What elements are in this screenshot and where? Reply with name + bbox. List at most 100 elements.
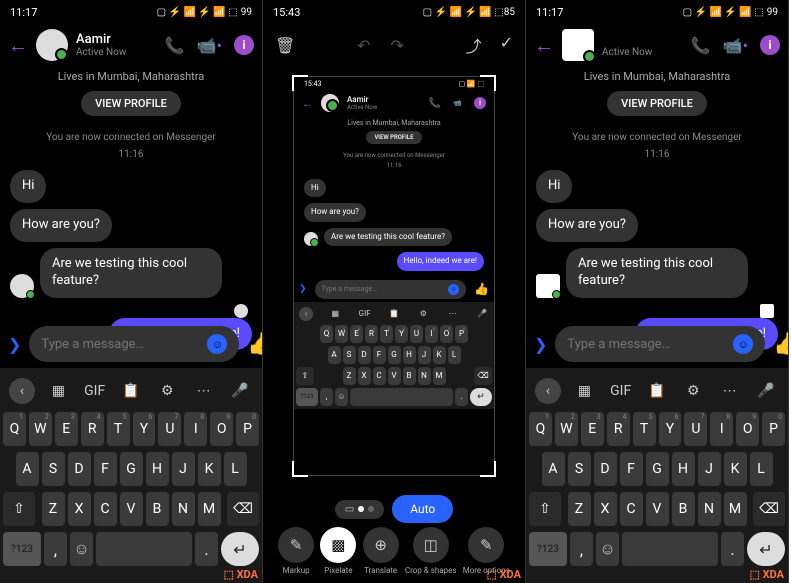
kb-enter-key[interactable]: ↵ <box>747 532 785 566</box>
kb-key-q[interactable]: Q1 <box>529 412 552 446</box>
kb-key-j[interactable]: J <box>418 346 431 364</box>
kb-key-x[interactable]: X <box>68 492 91 526</box>
expand-icon[interactable]: ❯ <box>8 335 21 354</box>
kb-key-y[interactable]: Y6 <box>659 412 682 446</box>
kb-mic-icon[interactable]: 🎤 <box>227 378 253 404</box>
video-icon[interactable]: 📹• <box>197 36 222 55</box>
kb-gif-icon[interactable]: GIF <box>82 378 108 404</box>
kb-key-k[interactable]: K <box>198 452 221 486</box>
kb-comma-key[interactable]: , <box>570 532 593 566</box>
kb-key-d[interactable]: D <box>68 452 91 486</box>
kb-numeric-key[interactable]: ?123 <box>529 532 567 566</box>
redo-icon[interactable]: ↷ <box>390 36 403 55</box>
kb-key-s[interactable]: S <box>42 452 65 486</box>
kb-key-l[interactable]: L <box>448 346 461 364</box>
kb-settings-icon[interactable]: ⚙ <box>680 378 706 404</box>
kb-backspace-key[interactable]: ⌫ <box>753 492 785 526</box>
kb-key-f[interactable]: F <box>620 452 643 486</box>
crop-area[interactable]: 15:43▢ 📶 ⬚ ← AamirActive Now 📞📹i Lives i… <box>293 76 495 476</box>
kb-key-z[interactable]: Z <box>343 367 356 385</box>
kb-key-b[interactable]: B <box>403 367 416 385</box>
kb-backspace-key[interactable]: ⌫ <box>227 492 259 526</box>
call-icon[interactable]: 📞 <box>691 36 711 55</box>
video-icon[interactable]: 📹• <box>723 36 748 55</box>
kb-comma-key[interactable]: , <box>44 532 67 566</box>
msg-avatar[interactable] <box>10 274 34 298</box>
kb-key-d[interactable]: D <box>594 452 617 486</box>
kb-enter-key[interactable]: ↵ <box>221 532 259 566</box>
crop-tool[interactable]: ◫Crop & shapes <box>405 527 457 575</box>
kb-key-m[interactable]: M <box>198 492 221 526</box>
kb-shift-key[interactable]: ⇧ <box>3 492 35 526</box>
kb-key-g[interactable]: G <box>646 452 669 486</box>
kb-key-k[interactable]: K <box>724 452 747 486</box>
message-input[interactable]: ☺ <box>29 326 239 362</box>
crop-handle-tr[interactable] <box>480 75 496 91</box>
kb-key-v[interactable]: V <box>388 367 401 385</box>
kb-key-t[interactable]: T5 <box>107 412 130 446</box>
kb-key-q[interactable]: Q1 <box>3 412 26 446</box>
kb-key-x[interactable]: X <box>594 492 617 526</box>
kb-emoji-key[interactable]: ☺ <box>70 532 93 566</box>
kb-collapse-icon[interactable]: ‹ <box>535 378 561 404</box>
kb-key-w[interactable]: W2 <box>555 412 578 446</box>
kb-key-r[interactable]: R4 <box>81 412 104 446</box>
kb-key-c[interactable]: C <box>373 367 386 385</box>
kb-key-f[interactable]: F <box>373 346 386 364</box>
kb-key-m[interactable]: M <box>724 492 747 526</box>
kb-key-w[interactable]: W2 <box>29 412 52 446</box>
kb-key-l[interactable]: L <box>224 452 247 486</box>
kb-key-a[interactable]: A <box>542 452 565 486</box>
kb-period-key[interactable]: . <box>195 532 218 566</box>
kb-key-e[interactable]: E3 <box>581 412 604 446</box>
info-icon[interactable]: i <box>234 35 254 55</box>
emoji-icon[interactable]: ☺ <box>207 334 227 354</box>
kb-key-b[interactable]: B <box>672 492 695 526</box>
kb-key-o[interactable]: O9 <box>440 325 453 343</box>
kb-key-z[interactable]: Z <box>568 492 591 526</box>
kb-key-q[interactable]: Q1 <box>320 325 333 343</box>
msg-avatar-pixelated[interactable] <box>536 274 560 298</box>
thumbs-up-icon[interactable]: 👍 <box>247 332 263 357</box>
kb-more-icon[interactable]: ⋯ <box>717 378 743 404</box>
kb-key-a[interactable]: A <box>16 452 39 486</box>
kb-key-u[interactable]: U7 <box>158 412 181 446</box>
kb-key-o[interactable]: O9 <box>736 412 759 446</box>
kb-period-key[interactable]: . <box>721 532 744 566</box>
kb-key-a[interactable]: A <box>328 346 341 364</box>
kb-emoji-key[interactable]: ☺ <box>596 532 619 566</box>
kb-shift-key[interactable]: ⇧ <box>529 492 561 526</box>
kb-key-f[interactable]: F <box>94 452 117 486</box>
kb-key-x[interactable]: X <box>358 367 371 385</box>
translate-tool[interactable]: ⊕Translate <box>363 527 399 575</box>
kb-key-i[interactable]: I8 <box>710 412 733 446</box>
undo-icon[interactable]: ↶ <box>357 36 370 55</box>
kb-key-i[interactable]: I8 <box>184 412 207 446</box>
kb-key-p[interactable]: P0 <box>762 412 785 446</box>
kb-key-z[interactable]: Z <box>42 492 65 526</box>
user-info[interactable]: Aamir Active Now <box>602 32 683 58</box>
kb-key-y[interactable]: Y6 <box>395 325 408 343</box>
kb-key-r[interactable]: R4 <box>365 325 378 343</box>
kb-key-n[interactable]: N <box>418 367 431 385</box>
crop-handle-tl[interactable] <box>292 75 308 91</box>
view-profile-button[interactable]: VIEW PROFILE <box>81 91 181 116</box>
kb-key-n[interactable]: N <box>172 492 195 526</box>
crop-handle-bl[interactable] <box>292 461 308 477</box>
done-icon[interactable]: ✓ <box>500 33 513 57</box>
kb-key-k[interactable]: K <box>433 346 446 364</box>
kb-clipboard-icon[interactable]: 📋 <box>644 378 670 404</box>
kb-key-h[interactable]: H <box>146 452 169 486</box>
kb-key-v[interactable]: V <box>120 492 143 526</box>
kb-key-y[interactable]: Y6 <box>133 412 156 446</box>
kb-key-j[interactable]: J <box>698 452 721 486</box>
kb-key-e[interactable]: E3 <box>350 325 363 343</box>
kb-key-t[interactable]: T5 <box>380 325 393 343</box>
kb-key-s[interactable]: S <box>343 346 356 364</box>
kb-space-key[interactable] <box>96 532 192 566</box>
pixelate-tool[interactable]: ▩Pixelate <box>320 527 356 575</box>
kb-key-b[interactable]: B <box>146 492 169 526</box>
markup-tool[interactable]: ✎Markup <box>278 527 314 575</box>
kb-key-v[interactable]: V <box>646 492 669 526</box>
user-avatar-pixelated[interactable] <box>562 29 594 61</box>
